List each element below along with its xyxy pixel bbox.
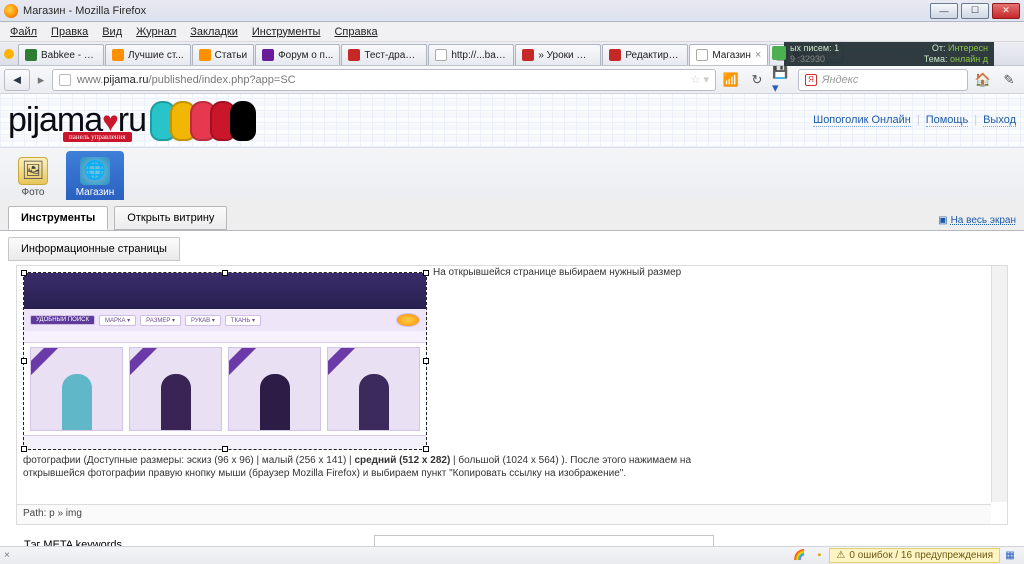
tab-favicon (609, 49, 621, 61)
fullscreen-link[interactable]: ▣ На весь экран (938, 215, 1016, 230)
browser-tab[interactable]: Магазин× (689, 44, 768, 65)
home-button[interactable]: 🏠 (972, 69, 994, 91)
menu-history[interactable]: Журнал (130, 24, 182, 40)
browser-tab[interactable]: Статьи (192, 44, 254, 65)
yandex-icon: Я (805, 74, 817, 86)
tab-close-icon[interactable]: × (755, 49, 761, 61)
browser-tab[interactable]: Тест-драйв ... (341, 44, 427, 65)
window-title: Магазин - Mozilla Firefox (23, 5, 146, 17)
tab-favicon (199, 49, 211, 61)
firefox-icon (4, 4, 18, 18)
menu-bookmarks[interactable]: Закладки (184, 24, 244, 40)
logo-subtitle: панель управления (63, 132, 132, 142)
window-titlebar: Магазин - Mozilla Firefox — ☐ ✕ (0, 0, 1024, 22)
tab-instruments[interactable]: Инструменты (8, 206, 108, 230)
maximize-button[interactable]: ☐ (961, 3, 989, 19)
module-shop[interactable]: 🌐Магазин (66, 151, 124, 203)
browser-tabbar: Babkee - си...Лучшие ст...СтатьиФорум о … (0, 42, 1024, 66)
subtab-info-pages[interactable]: Информационные страницы (8, 237, 180, 261)
menu-tools[interactable]: Инструменты (246, 24, 327, 40)
editor-path-bar[interactable]: Path: p » img (17, 504, 991, 524)
browser-tab[interactable]: Редактиров... (602, 44, 688, 65)
status-flag-icon[interactable]: ▪ (812, 549, 826, 563)
site-identity-icon (59, 74, 71, 86)
tab-favicon (112, 49, 124, 61)
grid-icon[interactable]: ▦ (1003, 549, 1017, 563)
menu-help[interactable]: Справка (328, 24, 383, 40)
statusbar-close-icon[interactable]: × (4, 550, 10, 561)
menu-view[interactable]: Вид (96, 24, 128, 40)
browser-tab[interactable]: Babkee - си... (18, 44, 104, 65)
search-input[interactable]: Я Яндекс (798, 69, 968, 91)
mail-notification-overlay[interactable]: ых писем: 1 От: Интересн 9 :32930 Тема: … (784, 42, 994, 66)
minimize-button[interactable]: — (930, 3, 958, 19)
site-logo[interactable]: pijama♥ru панель управления (8, 101, 146, 140)
rss-icon[interactable]: 📶 (720, 69, 742, 91)
browser-tab[interactable]: » Уроки Wo... (515, 44, 601, 65)
rainbow-icon[interactable]: 🌈 (792, 549, 806, 563)
evernote-icon[interactable]: ✎ (998, 69, 1020, 91)
mail-badge-icon (772, 46, 786, 60)
embedded-screenshot-image[interactable]: УДОБНЫЙ ПОИСКМАРКА ▾РАЗМЕР ▾РУКАВ ▾ТКАНЬ… (23, 272, 427, 450)
wysiwyg-editor[interactable]: УДОБНЫЙ ПОИСКМАРКА ▾РАЗМЕР ▾РУКАВ ▾ТКАНЬ… (16, 265, 1008, 525)
reload-button[interactable]: ↻ (746, 69, 768, 91)
link-help[interactable]: Помощь (926, 114, 969, 127)
tab-favicon (262, 49, 274, 61)
pinned-tab-icon[interactable] (4, 49, 14, 59)
logo-shoes-graphic (156, 101, 256, 141)
tab-favicon (25, 49, 37, 61)
editor-body-text[interactable]: На открывшейся странице выбираем нужный … (23, 454, 987, 480)
search-placeholder: Яндекс (822, 74, 858, 86)
browser-tab[interactable]: http://...base/? (428, 44, 514, 65)
shop-icon: 🌐 (80, 157, 110, 185)
app-header: pijama♥ru панель управления Шопоголик Он… (0, 94, 1024, 148)
menu-file[interactable]: Файл (4, 24, 43, 40)
main-tabs-row: Инструменты Открыть витрину ▣ На весь эк… (0, 200, 1024, 230)
tab-favicon (522, 49, 534, 61)
header-links: Шопоголик Онлайн| Помощь| Выход (813, 114, 1016, 127)
link-shopogolik[interactable]: Шопоголик Онлайн (813, 114, 911, 127)
module-photo[interactable]: 🖼Фото (4, 151, 62, 203)
url-input[interactable]: www.pijama.ru/published/index.php?app=SC… (52, 69, 716, 91)
forward-button[interactable]: ▸ (34, 69, 48, 91)
photo-icon: 🖼 (18, 157, 48, 185)
menu-edit[interactable]: Правка (45, 24, 94, 40)
tab-favicon (696, 49, 708, 61)
browser-menubar: Файл Правка Вид Журнал Закладки Инструме… (0, 22, 1024, 42)
module-bar: 🖼Фото🌐Магазин (0, 148, 1024, 204)
tab-favicon (435, 49, 447, 61)
firebug-warnings[interactable]: ⚠ 0 ошибок / 16 предупреждения (829, 548, 1000, 563)
content-zone: Инструменты Открыть витрину ▣ На весь эк… (0, 200, 1024, 546)
browser-statusbar: × 🌈 ▪ ⚠ 0 ошибок / 16 предупреждения ▦ (0, 546, 1024, 564)
bookmark-star-icon[interactable]: ☆ ▾ (691, 73, 709, 86)
tab-open-storefront[interactable]: Открыть витрину (114, 206, 227, 230)
browser-tab[interactable]: Форум о п... (255, 44, 340, 65)
browser-toolbar: ◄ ▸ www.pijama.ru/published/index.php?ap… (0, 66, 1024, 94)
link-logout[interactable]: Выход (983, 114, 1016, 127)
back-button[interactable]: ◄ (4, 69, 30, 91)
close-button[interactable]: ✕ (992, 3, 1020, 19)
sub-tabs-row: Информационные страницы (0, 230, 1024, 261)
browser-tab[interactable]: Лучшие ст... (105, 44, 191, 65)
tab-favicon (348, 49, 360, 61)
save-icon[interactable]: 💾▾ (772, 69, 794, 91)
editor-scrollbar[interactable] (991, 266, 1007, 502)
